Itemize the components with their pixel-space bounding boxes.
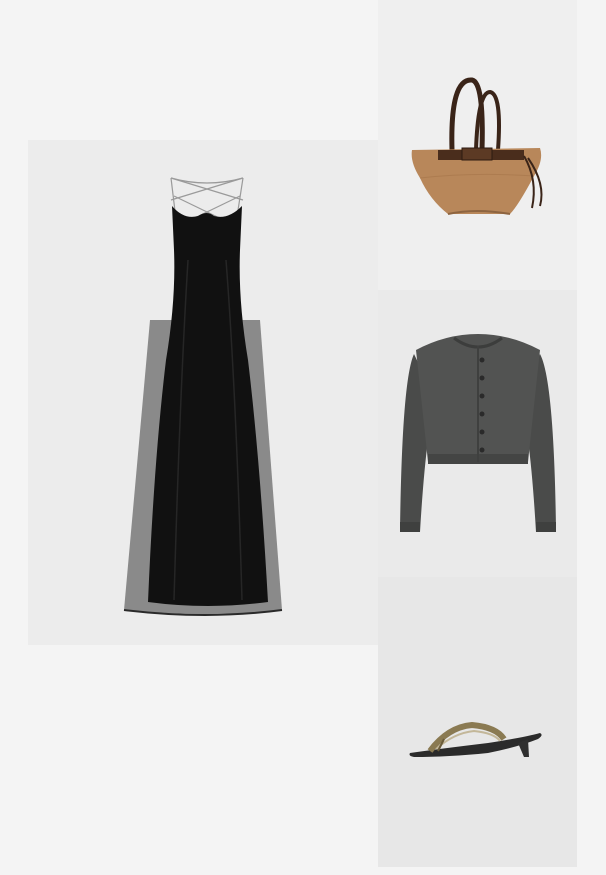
product-tile-cardigan[interactable]: [378, 290, 577, 577]
product-tile-sandal[interactable]: [378, 577, 577, 867]
thong-kitten-heel-sandal-icon: [409, 721, 542, 757]
tan-suede-tote-bag-icon: [411, 77, 543, 215]
product-tile-bag[interactable]: [378, 0, 577, 290]
charcoal-cropped-cardigan-icon: [400, 334, 556, 532]
black-maxi-dress-icon: [123, 177, 283, 616]
product-tile-dress[interactable]: [28, 140, 378, 645]
